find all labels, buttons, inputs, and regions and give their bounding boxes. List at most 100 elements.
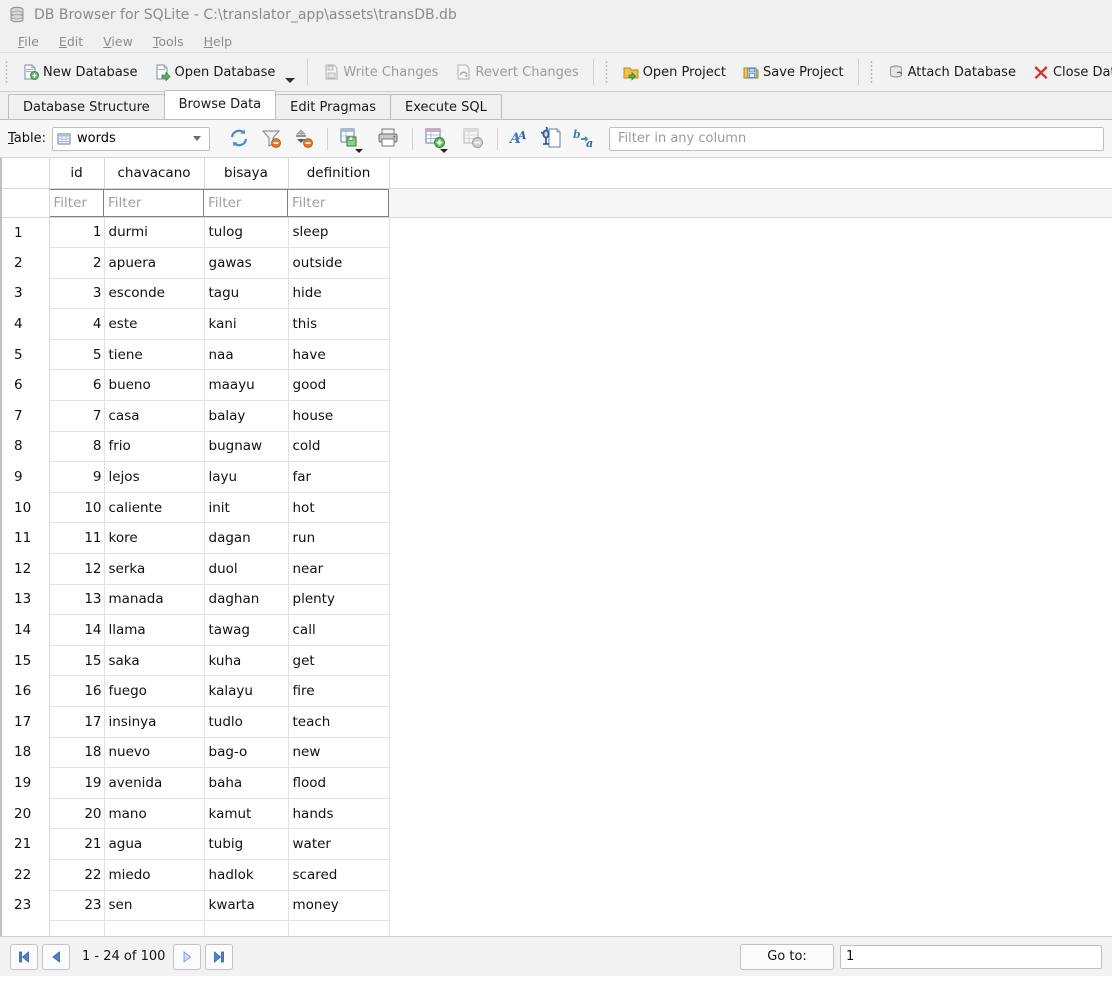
tab-execute-sql[interactable]: Execute SQL (390, 94, 502, 119)
row-number-cell[interactable]: 15 (0, 645, 50, 676)
print-icon[interactable] (377, 127, 401, 151)
row-number-cell[interactable]: 7 (0, 400, 50, 432)
cell-id[interactable]: 11 (49, 522, 105, 555)
cell-id[interactable]: 18 (49, 737, 105, 769)
close-database-button[interactable]: Close Database (1024, 57, 1112, 87)
cell-definition[interactable]: good (288, 369, 390, 402)
cell-chavacano[interactable]: durmi (104, 217, 205, 249)
cell-bisaya[interactable]: tagu (204, 278, 289, 310)
cell-bisaya[interactable]: tudlo (204, 706, 289, 738)
cell-id[interactable]: 22 (49, 859, 105, 891)
cell-definition[interactable]: hot (288, 492, 390, 524)
cell-bisaya[interactable]: bag-o (204, 737, 289, 769)
cell-bisaya[interactable]: tulog (204, 217, 289, 249)
attach-database-button[interactable]: Attach Database (879, 57, 1024, 87)
table-row[interactable]: 10 10 caliente init hot (0, 492, 1112, 524)
cell-id[interactable]: 12 (49, 553, 105, 585)
cell-chavacano[interactable]: serka (104, 553, 205, 585)
cell-definition[interactable]: scared (288, 859, 390, 891)
cell-bisaya[interactable]: bugnaw (204, 431, 289, 463)
cell-bisaya[interactable]: kwarta (204, 890, 289, 922)
row-number-cell[interactable] (0, 920, 50, 936)
row-number-cell[interactable]: 1 (0, 217, 50, 248)
cell-chavacano[interactable]: nuevo (104, 737, 205, 769)
insert-record-icon[interactable] (424, 127, 449, 153)
goto-input[interactable] (840, 944, 1102, 969)
column-header-bisaya[interactable]: bisaya (204, 158, 289, 189)
cell-definition[interactable]: call (288, 614, 390, 646)
row-number-cell[interactable]: 19 (0, 767, 50, 799)
row-number-cell[interactable]: 4 (0, 308, 50, 340)
cell-definition[interactable]: flood (288, 767, 390, 799)
table-row[interactable] (0, 920, 1112, 936)
table-row[interactable]: 8 8 frio bugnaw cold (0, 431, 1112, 463)
cell-id[interactable]: 19 (49, 767, 105, 799)
table-row[interactable]: 17 17 insinya tudlo teach (0, 706, 1112, 738)
cell-chavacano[interactable]: esconde (104, 278, 205, 310)
row-number-cell[interactable]: 21 (0, 828, 50, 860)
cell-chavacano[interactable]: avenida (104, 767, 205, 799)
table-select-combobox[interactable]: words (52, 126, 211, 151)
cell-definition[interactable]: get (288, 645, 390, 677)
cell-bisaya[interactable]: kuha (204, 645, 289, 677)
tab-database-structure[interactable]: Database Structure (8, 94, 165, 119)
table-row[interactable]: 6 6 bueno maayu good (0, 369, 1112, 402)
cell-chavacano[interactable]: lejos (104, 461, 205, 493)
cell-bisaya[interactable]: dagan (204, 522, 289, 555)
column-header-id[interactable]: id (49, 158, 105, 189)
filter-cell-id[interactable]: Filter (48, 188, 104, 218)
cell-chavacano[interactable]: tiene (104, 339, 205, 371)
table-row[interactable]: 16 16 fuego kalayu fire (0, 675, 1112, 707)
cell-id[interactable]: 17 (49, 706, 105, 738)
cell-chavacano[interactable]: manada (104, 584, 205, 616)
cell-chavacano[interactable]: frio (104, 431, 205, 463)
cell-id[interactable] (49, 920, 105, 936)
cell-id[interactable]: 16 (49, 675, 105, 707)
cell-bisaya[interactable]: daghan (204, 584, 289, 616)
goto-button[interactable]: Go to: (740, 943, 834, 970)
row-number-cell[interactable]: 22 (0, 859, 50, 891)
menu-view[interactable]: View (93, 34, 143, 49)
table-row[interactable]: 23 23 sen kwarta money (0, 890, 1112, 922)
cell-bisaya[interactable]: layu (204, 461, 289, 493)
table-row[interactable]: 5 5 tiene naa have (0, 339, 1112, 371)
row-number-cell[interactable]: 6 (0, 369, 50, 401)
cell-id[interactable]: 21 (49, 828, 105, 860)
row-number-cell[interactable]: 2 (0, 247, 50, 279)
global-filter-box[interactable] (609, 126, 1104, 151)
table-row[interactable]: 4 4 este kani this (0, 308, 1112, 340)
cell-id[interactable]: 10 (49, 492, 105, 524)
row-number-cell[interactable]: 3 (0, 278, 50, 309)
row-number-cell[interactable]: 13 (0, 584, 50, 615)
row-number-cell[interactable]: 17 (0, 706, 50, 738)
cell-id[interactable]: 20 (49, 798, 105, 830)
table-row[interactable]: 11 11 kore dagan run (0, 522, 1112, 555)
row-number-cell[interactable]: 23 (0, 890, 50, 921)
table-row[interactable]: 15 15 saka kuha get (0, 645, 1112, 677)
table-row[interactable]: 1 1 durmi tulog sleep (0, 217, 1112, 249)
cell-definition[interactable]: cold (288, 431, 390, 463)
cell-definition[interactable]: run (288, 522, 390, 555)
table-row[interactable]: 14 14 llama tawag call (0, 614, 1112, 646)
cell-chavacano[interactable]: caliente (104, 492, 205, 524)
cell-bisaya[interactable]: gawas (204, 247, 289, 279)
table-row[interactable]: 18 18 nuevo bag-o new (0, 737, 1112, 769)
cell-bisaya[interactable]: duol (204, 553, 289, 585)
toolbar-grip[interactable] (4, 59, 11, 85)
cell-bisaya[interactable]: hadlok (204, 859, 289, 891)
cell-definition[interactable]: have (288, 339, 390, 371)
last-page-button[interactable] (205, 943, 234, 970)
table-row[interactable]: 7 7 casa balay house (0, 400, 1112, 432)
cell-definition[interactable]: hands (288, 798, 390, 830)
cell-chavacano[interactable]: insinya (104, 706, 205, 738)
row-number-cell[interactable]: 5 (0, 339, 50, 370)
cell-id[interactable]: 9 (49, 461, 105, 493)
save-results-caret[interactable] (355, 148, 364, 153)
cell-chavacano[interactable]: llama (104, 614, 205, 646)
cell-id[interactable]: 23 (49, 890, 105, 922)
global-filter-input[interactable] (616, 130, 1097, 147)
cell-chavacano[interactable]: este (104, 308, 205, 340)
row-number-cell[interactable]: 20 (0, 798, 50, 829)
clear-sorting-icon[interactable] (292, 127, 316, 151)
cell-bisaya[interactable]: baha (204, 767, 289, 799)
